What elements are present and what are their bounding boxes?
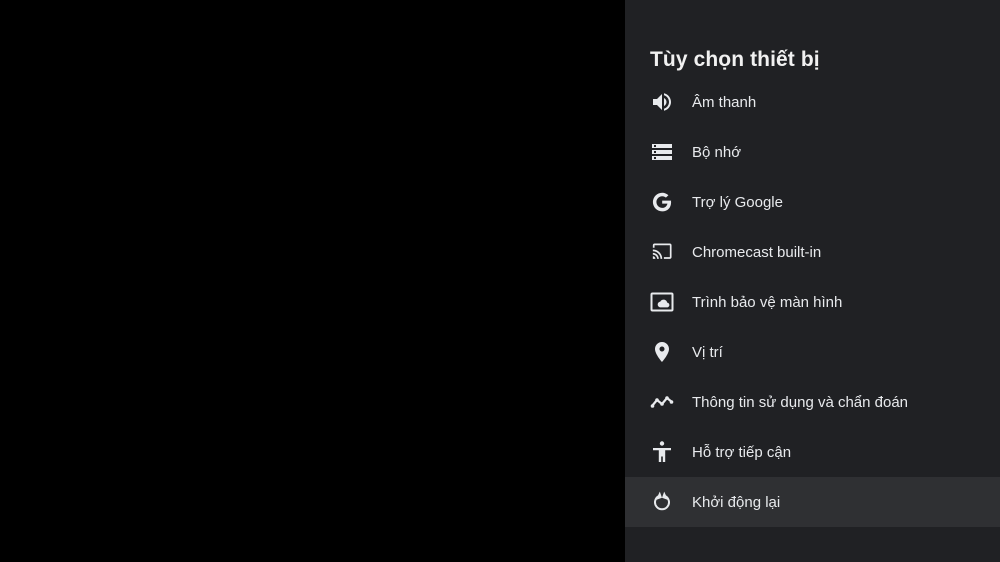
location-pin-icon	[650, 340, 674, 364]
menu-item-restart[interactable]: Khởi động lại	[625, 477, 1000, 527]
menu-item-label: Khởi động lại	[692, 493, 781, 511]
storage-icon	[650, 140, 674, 164]
diagnostics-chart-icon	[650, 390, 674, 414]
menu-item-chromecast[interactable]: Chromecast built-in	[625, 227, 1000, 277]
menu-item-label: Chromecast built-in	[692, 243, 822, 261]
menu-item-label: Vị trí	[692, 343, 723, 361]
menu-item-label: Trình bảo vệ màn hình	[692, 293, 843, 311]
menu-item-label: Bộ nhớ	[692, 143, 742, 161]
screen: Tùy chọn thiết bị Âm thanh Bộ nhớ Trợ lý…	[0, 0, 1000, 562]
menu-item-storage[interactable]: Bộ nhớ	[625, 127, 1000, 177]
menu-item-label: Âm thanh	[692, 93, 757, 111]
menu-item-usage-diagnostics[interactable]: Thông tin sử dụng và chẩn đoán	[625, 377, 1000, 427]
google-icon	[650, 190, 674, 214]
panel-title: Tùy chọn thiết bị	[650, 48, 820, 71]
device-preferences-panel: Tùy chọn thiết bị Âm thanh Bộ nhớ Trợ lý…	[625, 0, 1000, 562]
screensaver-icon	[650, 290, 674, 314]
menu-item-label: Hỗ trợ tiếp cận	[692, 443, 792, 461]
menu-item-label: Thông tin sử dụng và chẩn đoán	[692, 393, 909, 411]
menu-item-google-assistant[interactable]: Trợ lý Google	[625, 177, 1000, 227]
accessibility-icon	[650, 440, 674, 464]
menu-item-accessibility[interactable]: Hỗ trợ tiếp cận	[625, 427, 1000, 477]
device-preferences-menu: Âm thanh Bộ nhớ Trợ lý Google Chromecast…	[625, 77, 1000, 527]
restart-icon	[650, 490, 674, 514]
menu-item-label: Trợ lý Google	[692, 193, 783, 211]
menu-item-location[interactable]: Vị trí	[625, 327, 1000, 377]
volume-icon	[650, 90, 674, 114]
menu-item-sound[interactable]: Âm thanh	[625, 77, 1000, 127]
menu-item-screensaver[interactable]: Trình bảo vệ màn hình	[625, 277, 1000, 327]
cast-icon	[650, 240, 674, 264]
